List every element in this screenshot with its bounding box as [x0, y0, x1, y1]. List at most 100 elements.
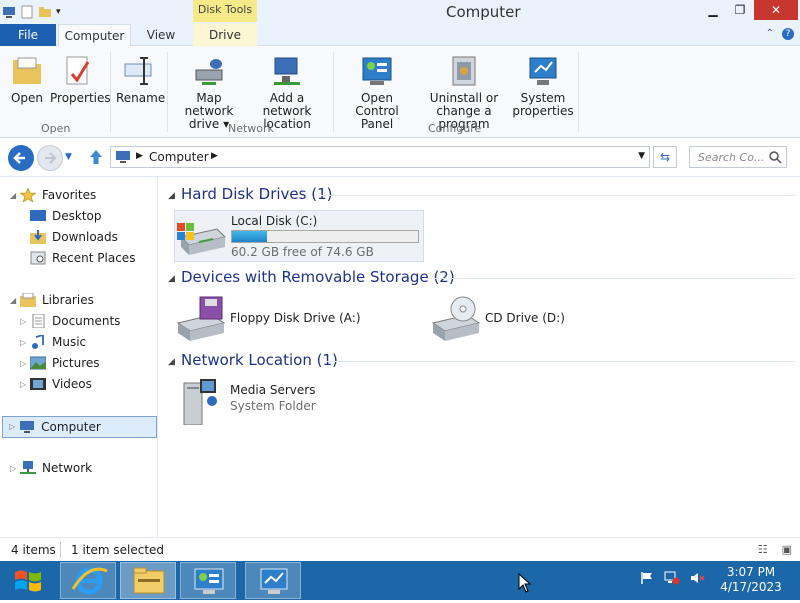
expand-pictures-icon[interactable]: ▷ — [20, 359, 26, 368]
tab-view[interactable]: View — [136, 24, 186, 46]
minimize-button[interactable]: ▁ — [700, 0, 726, 20]
taskbar-system[interactable] — [245, 562, 301, 599]
collapse-section-icon[interactable]: ◢ — [168, 357, 175, 367]
up-arrow-icon[interactable] — [88, 148, 104, 166]
computer-small-icon[interactable] — [2, 5, 16, 19]
nav-documents-label: Documents — [52, 314, 121, 328]
recent-locations-dropdown[interactable]: ▼ — [65, 152, 72, 162]
start-button[interactable] — [6, 565, 50, 597]
refresh-icon: ⇆ — [659, 150, 671, 164]
tab-computer[interactable]: Computer — [58, 24, 131, 47]
section-divider — [321, 195, 796, 196]
properties-label: Properties — [50, 91, 111, 105]
nav-pictures[interactable]: Pictures — [30, 353, 100, 373]
nav-desktop[interactable]: Desktop — [30, 206, 102, 226]
nav-documents[interactable]: Documents — [30, 311, 120, 331]
uninstall-program-button[interactable]: Uninstall or change a program — [416, 54, 512, 131]
nav-pictures-label: Pictures — [52, 356, 100, 370]
taskbar-control-panel[interactable] — [180, 562, 236, 599]
map-network-drive-icon — [195, 59, 223, 85]
collapse-libraries-icon[interactable]: ◢ — [10, 296, 16, 305]
collapse-section-icon[interactable]: ◢ — [168, 191, 175, 201]
local-disk-c[interactable]: Local Disk (C:) 60.2 GB free of 74.6 GB — [174, 210, 424, 262]
breadcrumb-chevron-icon[interactable]: ▶ — [136, 151, 143, 161]
properties-small-icon[interactable] — [20, 5, 34, 19]
collapse-favorites-icon[interactable]: ◢ — [10, 191, 16, 200]
ribbon-separator — [167, 52, 168, 132]
expand-music-icon[interactable]: ▷ — [20, 338, 26, 347]
disk-tools-context-label: Disk Tools — [193, 0, 257, 22]
section-removable-storage[interactable]: Devices with Removable Storage (2) — [181, 268, 455, 286]
address-dropdown-icon[interactable]: ▼ — [638, 151, 645, 161]
address-bar[interactable]: ▶ Computer ▶ ▼ — [110, 146, 650, 168]
details-view-icon[interactable]: ☷ — [758, 543, 768, 556]
expand-documents-icon[interactable]: ▷ — [20, 317, 26, 326]
open-button[interactable]: Open — [8, 54, 46, 105]
search-icon[interactable] — [768, 150, 782, 164]
nav-recent-places[interactable]: Recent Places — [30, 248, 135, 268]
volume-muted-icon[interactable] — [690, 571, 706, 585]
action-center-flag-icon[interactable] — [640, 571, 654, 585]
rename-icon — [124, 57, 152, 85]
taskbar-internet-explorer[interactable] — [60, 562, 116, 599]
back-arrow-icon — [13, 152, 25, 164]
nav-music[interactable]: Music — [30, 332, 86, 352]
group-network-label: Network — [228, 122, 274, 135]
minimize-ribbon-icon[interactable]: ⌃ — [766, 28, 774, 40]
help-icon[interactable]: ? — [782, 28, 794, 40]
add-network-location-icon — [274, 57, 300, 85]
forward-button[interactable] — [37, 145, 63, 171]
network-status-icon[interactable] — [664, 571, 680, 585]
maximize-button[interactable]: ❐ — [727, 0, 753, 20]
nav-network[interactable]: Network — [20, 458, 92, 478]
collapse-section-icon[interactable]: ◢ — [168, 274, 175, 284]
clock-date: 4/17/2023 — [720, 580, 782, 594]
expand-network-icon[interactable]: ▷ — [10, 464, 16, 473]
ribbon-tabs: File Computer View Drive ⌃ ? — [0, 24, 800, 47]
nav-libraries[interactable]: Libraries — [20, 290, 94, 310]
nav-computer[interactable]: ▷ Computer — [2, 416, 157, 438]
expand-videos-icon[interactable]: ▷ — [20, 380, 26, 389]
ribbon-controls: ⌃ ? — [766, 28, 794, 40]
system-properties-button[interactable]: System properties — [512, 54, 574, 118]
rename-button[interactable]: Rename — [116, 54, 165, 105]
selection-count: 1 item selected — [71, 543, 165, 557]
close-icon: ✕ — [770, 3, 782, 17]
open-control-panel-button[interactable]: Open Control Panel — [338, 54, 416, 131]
tab-drive[interactable]: Drive — [193, 24, 257, 46]
search-box[interactable]: Search Co... — [689, 146, 787, 168]
add-network-location-button[interactable]: Add a network location — [246, 54, 328, 131]
large-icons-view-icon[interactable]: ▣ — [782, 543, 792, 556]
breadcrumb-computer[interactable]: Computer — [149, 150, 209, 164]
search-placeholder: Search Co... — [698, 151, 765, 164]
ribbon-separator — [333, 52, 334, 132]
system-taskbar-icon — [260, 568, 288, 594]
desktop-icon — [30, 210, 46, 221]
section-hard-disk-drives[interactable]: Hard Disk Drives (1) — [181, 185, 332, 203]
section-network-location[interactable]: Network Location (1) — [181, 351, 338, 369]
nav-favorites[interactable]: Favorites — [20, 185, 96, 205]
navigation-pane: ◢ Favorites Desktop Downloads Recent Pla… — [0, 177, 158, 537]
taskbar-file-explorer[interactable] — [120, 562, 176, 599]
close-button[interactable]: ✕ — [754, 0, 798, 20]
nav-downloads[interactable]: Downloads — [30, 227, 118, 247]
floppy-disk-drive-a[interactable]: Floppy Disk Drive (A:) — [174, 295, 414, 343]
taskbar-clock[interactable]: 3:07 PM 4/17/2023 — [716, 565, 786, 595]
floppy-drive-name: Floppy Disk Drive (A:) — [230, 311, 361, 325]
customize-qat-icon[interactable]: ▾ — [56, 7, 61, 17]
tab-file[interactable]: File — [0, 24, 56, 46]
nav-videos[interactable]: Videos — [30, 374, 92, 394]
media-servers[interactable]: Media Servers System Folder — [174, 377, 374, 429]
refresh-button[interactable]: ⇆ — [653, 146, 677, 168]
cd-drive-name: CD Drive (D:) — [485, 311, 565, 325]
cd-drive-icon — [431, 296, 481, 341]
new-folder-small-icon[interactable] — [38, 5, 52, 19]
back-button[interactable] — [8, 145, 34, 171]
open-icon — [13, 57, 41, 84]
properties-button[interactable]: Properties — [50, 54, 111, 105]
map-network-drive-button[interactable]: Map network drive ▾ — [172, 54, 246, 131]
nav-computer-label: Computer — [41, 420, 101, 434]
expand-computer-icon[interactable]: ▷ — [9, 417, 15, 437]
breadcrumb-chevron-icon[interactable]: ▶ — [211, 151, 218, 161]
cd-drive-d[interactable]: CD Drive (D:) — [429, 295, 629, 343]
